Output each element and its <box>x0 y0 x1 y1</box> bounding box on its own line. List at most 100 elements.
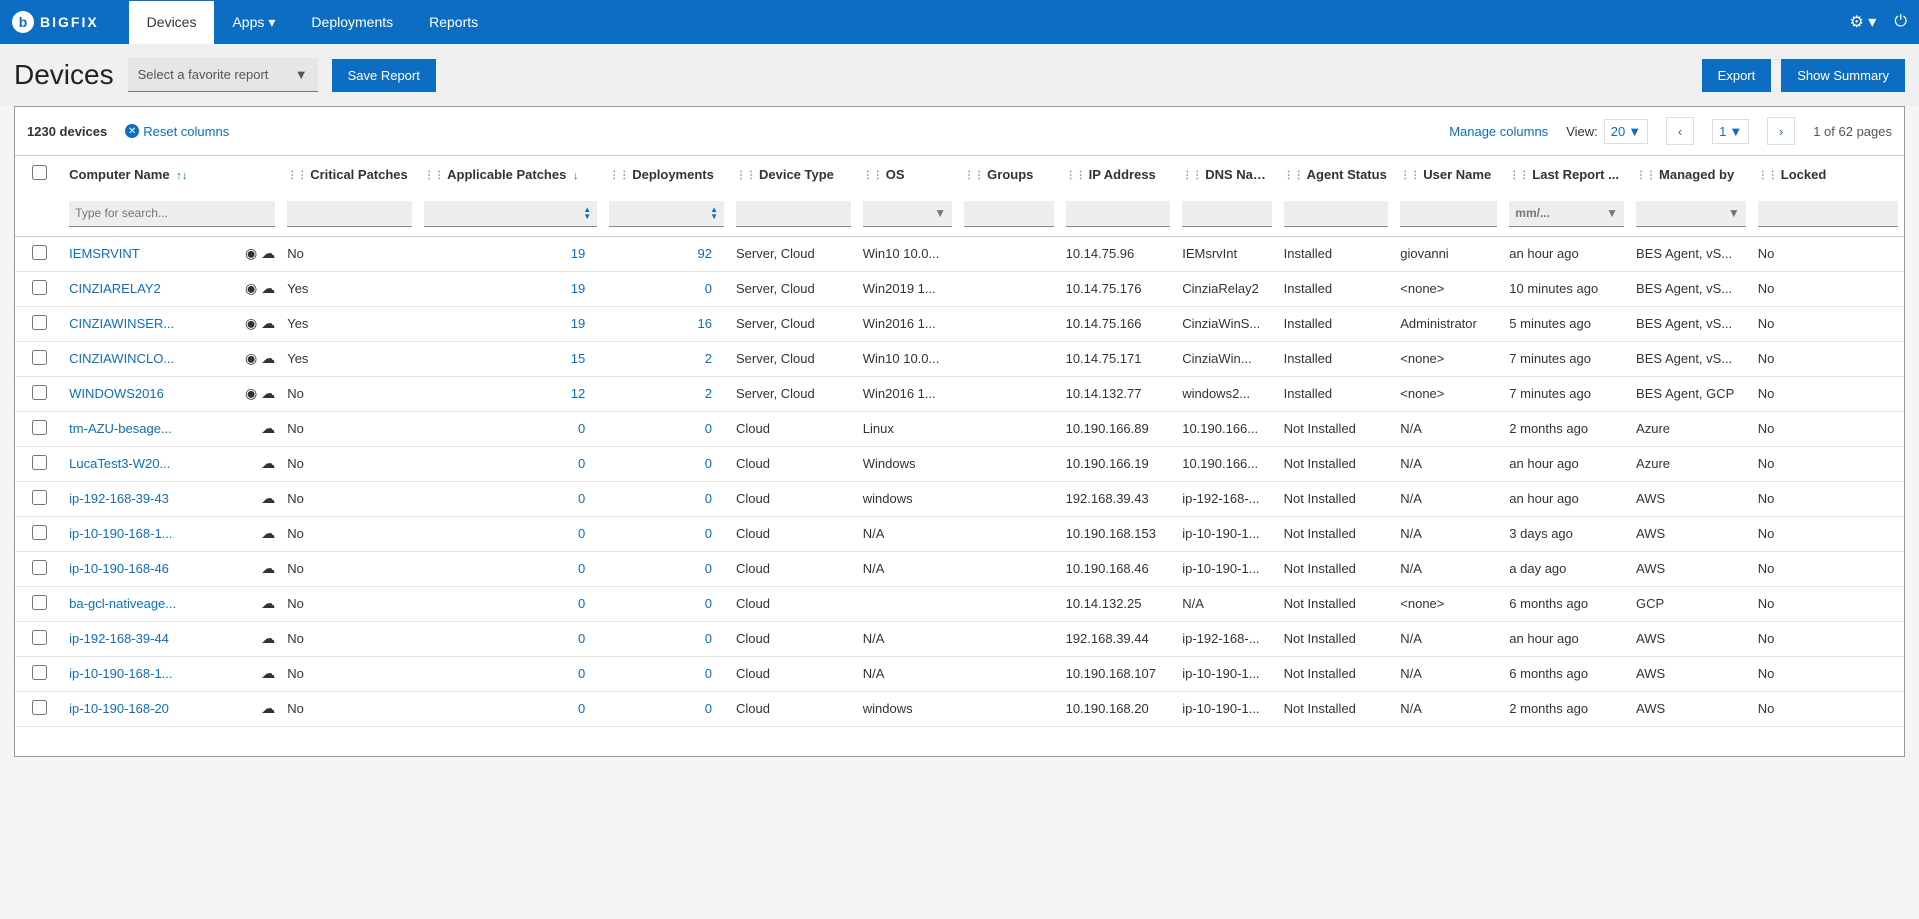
page-select[interactable]: 1▼ <box>1712 119 1749 144</box>
row-checkbox[interactable] <box>32 350 47 365</box>
filter-user-input[interactable] <box>1400 201 1497 227</box>
computer-name-link[interactable]: LucaTest3-W20... <box>69 456 170 471</box>
applicable-patches-link[interactable]: 19 <box>571 246 585 261</box>
applicable-patches-link[interactable]: 0 <box>578 666 585 681</box>
applicable-patches-link[interactable]: 0 <box>578 631 585 646</box>
row-checkbox[interactable] <box>32 315 47 330</box>
row-checkbox[interactable] <box>32 245 47 260</box>
applicable-patches-link[interactable]: 0 <box>578 491 585 506</box>
row-checkbox[interactable] <box>32 455 47 470</box>
applicable-patches-link[interactable]: 0 <box>578 561 585 576</box>
deployments-link[interactable]: 0 <box>705 491 712 506</box>
applicable-patches-link[interactable]: 15 <box>571 351 585 366</box>
computer-name-link[interactable]: CINZIAWINCLO... <box>69 351 174 366</box>
deployments-link[interactable]: 0 <box>705 526 712 541</box>
row-checkbox[interactable] <box>32 700 47 715</box>
computer-name-link[interactable]: WINDOWS2016 <box>69 386 164 401</box>
col-device-type[interactable]: ⋮⋮Device Type <box>730 156 857 192</box>
reset-columns-link[interactable]: ✕ Reset columns <box>125 124 229 139</box>
computer-name-link[interactable]: ba-gcl-nativeage... <box>69 596 176 611</box>
computer-name-link[interactable]: CINZIAWINSER... <box>69 316 174 331</box>
col-managed-by[interactable]: ⋮⋮Managed by <box>1630 156 1752 192</box>
row-checkbox[interactable] <box>32 665 47 680</box>
row-checkbox[interactable] <box>32 490 47 505</box>
nav-item-devices[interactable]: Devices <box>129 1 215 44</box>
col-critical-patches[interactable]: ⋮⋮Critical Patches <box>281 156 418 192</box>
col-ip-address[interactable]: ⋮⋮IP Address <box>1060 156 1177 192</box>
gear-icon[interactable]: ⚙ ▾ <box>1850 12 1877 32</box>
computer-name-link[interactable]: ip-10-190-168-1... <box>69 526 172 541</box>
filter-groups-input[interactable] <box>964 201 1053 227</box>
row-checkbox[interactable] <box>32 630 47 645</box>
show-summary-button[interactable]: Show Summary <box>1781 59 1905 92</box>
filter-managedby-select[interactable]: ▼ <box>1636 201 1746 227</box>
applicable-patches-link[interactable]: 19 <box>571 316 585 331</box>
col-computer-name[interactable]: Computer Name ↑↓ <box>63 156 281 192</box>
pager-prev-button[interactable]: ‹ <box>1666 117 1694 145</box>
row-checkbox[interactable] <box>32 560 47 575</box>
nav-item-apps[interactable]: Apps▾ <box>214 1 293 44</box>
computer-name-link[interactable]: tm-AZU-besage... <box>69 421 172 436</box>
deployments-link[interactable]: 0 <box>705 631 712 646</box>
deployments-link[interactable]: 2 <box>705 351 712 366</box>
computer-name-link[interactable]: CINZIARELAY2 <box>69 281 161 296</box>
computer-name-link[interactable]: ip-10-190-168-20 <box>69 701 169 716</box>
applicable-patches-link[interactable]: 0 <box>578 456 585 471</box>
applicable-patches-link[interactable]: 0 <box>578 421 585 436</box>
filter-os-select[interactable]: ▼ <box>863 201 952 227</box>
row-checkbox[interactable] <box>32 525 47 540</box>
deployments-link[interactable]: 16 <box>698 316 712 331</box>
col-os[interactable]: ⋮⋮OS <box>857 156 958 192</box>
col-dns-name[interactable]: ⋮⋮DNS Name <box>1176 156 1277 192</box>
applicable-patches-link[interactable]: 12 <box>571 386 585 401</box>
deployments-link[interactable]: 0 <box>705 421 712 436</box>
filter-name-input[interactable] <box>69 201 275 227</box>
filter-ip-input[interactable] <box>1066 201 1171 227</box>
filter-locked-input[interactable] <box>1758 201 1898 227</box>
deployments-link[interactable]: 0 <box>705 666 712 681</box>
computer-name-link[interactable]: IEMSRVINT <box>69 246 140 261</box>
favorite-report-select[interactable]: Select a favorite report ▼ <box>128 58 318 92</box>
computer-name-link[interactable]: ip-192-168-39-43 <box>69 491 169 506</box>
row-checkbox[interactable] <box>32 420 47 435</box>
computer-name-link[interactable]: ip-192-168-39-44 <box>69 631 169 646</box>
computer-name-link[interactable]: ip-10-190-168-1... <box>69 666 172 681</box>
filter-devicetype-input[interactable] <box>736 201 851 227</box>
applicable-patches-link[interactable]: 19 <box>571 281 585 296</box>
select-all-checkbox[interactable] <box>32 165 47 180</box>
export-button[interactable]: Export <box>1702 59 1772 92</box>
brand-logo[interactable]: b BIGFIX <box>12 11 99 33</box>
applicable-patches-link[interactable]: 0 <box>578 596 585 611</box>
deployments-link[interactable]: 2 <box>705 386 712 401</box>
col-user-name[interactable]: ⋮⋮User Name <box>1394 156 1503 192</box>
row-checkbox[interactable] <box>32 385 47 400</box>
col-agent-status[interactable]: ⋮⋮Agent Status <box>1278 156 1395 192</box>
deployments-link[interactable]: 0 <box>705 596 712 611</box>
pager-next-button[interactable]: › <box>1767 117 1795 145</box>
view-size-select[interactable]: 20▼ <box>1604 119 1648 144</box>
deployments-link[interactable]: 0 <box>705 561 712 576</box>
filter-lastreport-select[interactable]: mm/...▼ <box>1509 201 1624 227</box>
col-deployments[interactable]: ⋮⋮Deployments <box>603 156 730 192</box>
filter-dns-input[interactable] <box>1182 201 1271 227</box>
nav-item-reports[interactable]: Reports <box>411 1 496 44</box>
applicable-patches-link[interactable]: 0 <box>578 526 585 541</box>
filter-applicable-input[interactable]: ▲▼ <box>424 201 597 227</box>
applicable-patches-link[interactable]: 0 <box>578 701 585 716</box>
filter-deployments-input[interactable]: ▲▼ <box>609 201 724 227</box>
deployments-link[interactable]: 0 <box>705 701 712 716</box>
save-report-button[interactable]: Save Report <box>332 59 436 92</box>
power-icon[interactable]: ⏻ <box>1894 13 1907 31</box>
filter-critical-input[interactable] <box>287 201 412 227</box>
col-locked[interactable]: ⋮⋮Locked <box>1752 156 1904 192</box>
nav-item-deployments[interactable]: Deployments <box>293 1 411 44</box>
row-checkbox[interactable] <box>32 595 47 610</box>
table-container[interactable]: Computer Name ↑↓ ⋮⋮Critical Patches ⋮⋮Ap… <box>15 156 1904 756</box>
row-checkbox[interactable] <box>32 280 47 295</box>
deployments-link[interactable]: 92 <box>698 246 712 261</box>
col-last-report[interactable]: ⋮⋮Last Report ... <box>1503 156 1630 192</box>
manage-columns-link[interactable]: Manage columns <box>1449 124 1548 139</box>
filter-agent-input[interactable] <box>1284 201 1389 227</box>
col-applicable-patches[interactable]: ⋮⋮Applicable Patches ↓ <box>418 156 603 192</box>
deployments-link[interactable]: 0 <box>705 281 712 296</box>
